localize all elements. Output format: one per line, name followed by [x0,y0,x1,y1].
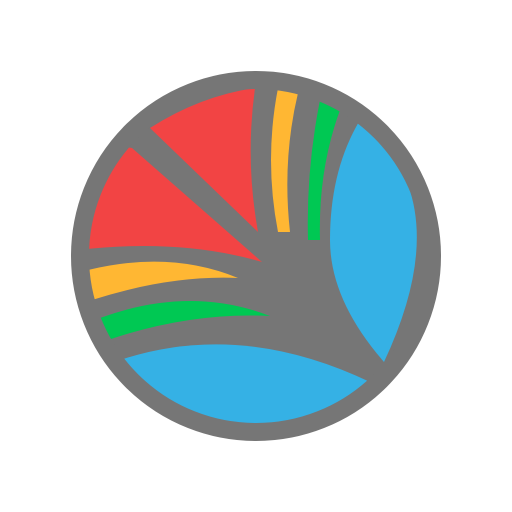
app-logo-icon [71,71,441,441]
